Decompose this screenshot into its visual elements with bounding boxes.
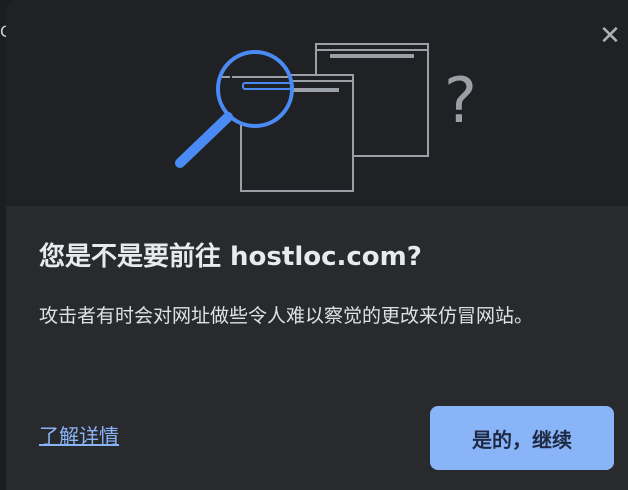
close-icon[interactable]: ✕ — [596, 22, 624, 50]
learn-more-link[interactable]: 了解详情 — [39, 420, 119, 449]
dialog-body: 攻击者有时会对网址做些令人难以察觉的更改来仿冒网站。 — [39, 305, 534, 327]
magnifier-over-windows-icon: ? — [175, 43, 477, 192]
illustration-area: ? — [6, 0, 628, 206]
continue-button[interactable]: 是的，继续 — [430, 406, 614, 470]
lookalike-url-dialog: ? ✕ 您是不是要前往 hostloc.com? 攻击者有时会对网址做些令人难以… — [6, 0, 628, 490]
dialog-title: 您是不是要前往 hostloc.com? — [39, 242, 422, 272]
question-mark: ? — [444, 64, 477, 137]
